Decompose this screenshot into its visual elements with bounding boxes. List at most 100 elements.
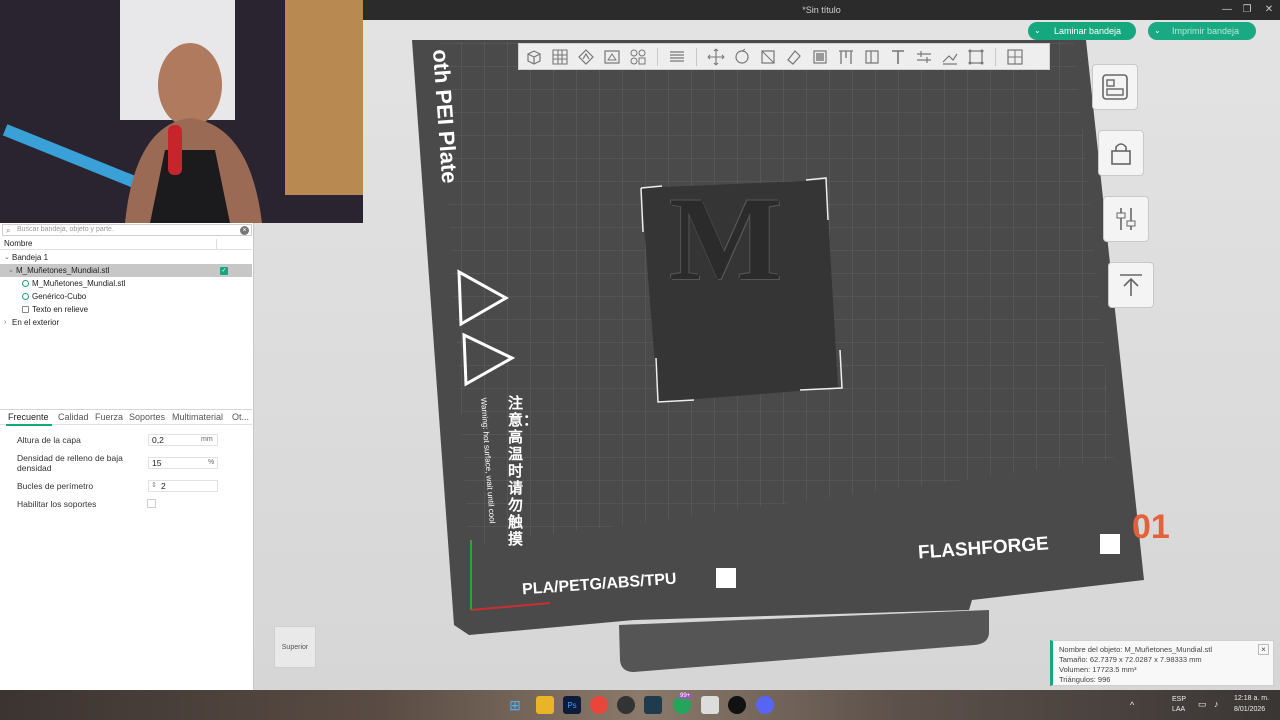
tree-label: En el exterior <box>12 318 60 327</box>
auto-orient-button[interactable] <box>575 46 597 68</box>
tab-strength[interactable]: Fuerza <box>95 412 123 422</box>
search-input[interactable]: ⌕ Buscar bandeja, objeto y parte. × <box>2 224 252 236</box>
volume-icon[interactable]: ♪ <box>1214 699 1219 709</box>
search-placeholder: Buscar bandeja, objeto y parte. <box>17 226 114 233</box>
terminal-icon[interactable] <box>644 696 662 714</box>
app-root: oth PEI Plate 注意：高温时请勿触摸 Warning: hot su… <box>0 0 1280 720</box>
move-icon <box>707 48 725 65</box>
support-icon <box>839 49 853 64</box>
tree-label: M_Muñetones_Mundial.stl <box>16 266 110 275</box>
tree-row-part[interactable]: M_Muñetones_Mundial.stl <box>0 277 252 290</box>
grid-layout-icon <box>1102 74 1128 100</box>
move-tool-button[interactable] <box>705 46 727 68</box>
column-name-label: Nombre <box>4 239 33 248</box>
column-separator <box>216 239 217 249</box>
enable-support-checkbox[interactable] <box>147 499 156 508</box>
object-info-volume: Volumen: 17723.5 mm³ <box>1059 665 1137 674</box>
tab-quality[interactable]: Calidad <box>58 412 89 422</box>
network-icon[interactable]: ▭ <box>1198 699 1207 710</box>
clear-search-icon[interactable]: × <box>240 226 249 235</box>
circles-icon <box>630 49 646 64</box>
chevron-down-icon[interactable]: ⌄ <box>1034 22 1041 40</box>
slicer-app-icon[interactable] <box>701 696 719 714</box>
clock-time[interactable]: 12:18 a. m. <box>1234 695 1269 702</box>
slice-plate-label: Laminar bandeja <box>1054 26 1122 36</box>
3d-viewport[interactable]: oth PEI Plate 注意：高温时请勿触摸 Warning: hot su… <box>254 20 1280 690</box>
arrange-button[interactable] <box>601 46 623 68</box>
tab-others[interactable]: Ot... <box>232 412 249 422</box>
visibility-check-icon[interactable]: ✓ <box>220 267 228 275</box>
window-title: *Sin título <box>802 5 841 15</box>
tree-row-object[interactable]: ⌄ M_Muñetones_Mundial.stl ✓ <box>0 264 252 277</box>
rotate-tool-button[interactable] <box>731 46 753 68</box>
plate-settings-button[interactable] <box>1103 196 1149 242</box>
plate-handle <box>619 610 989 672</box>
measure-tool-button[interactable] <box>913 46 935 68</box>
tab-supports[interactable]: Soportes <box>129 412 165 422</box>
scale-tool-button[interactable] <box>757 46 779 68</box>
seam-paint-button[interactable] <box>861 46 883 68</box>
upload-arrow-icon <box>1120 274 1142 296</box>
close-icon[interactable]: × <box>1258 644 1269 655</box>
layer-height-value: 0,2 <box>152 435 164 445</box>
arrange-plates-button[interactable] <box>1092 64 1138 110</box>
support-paint-button[interactable] <box>835 46 857 68</box>
close-button[interactable]: ✕ <box>1260 2 1278 18</box>
minimize-button[interactable]: — <box>1218 2 1236 18</box>
tab-frequent[interactable]: Frecuente <box>8 412 49 422</box>
print-plate-button[interactable]: ⌄ Imprimir bandeja <box>1148 22 1256 40</box>
move-to-top-button[interactable] <box>1108 262 1154 308</box>
app-icon[interactable] <box>617 696 635 714</box>
language-top[interactable]: ESP <box>1172 696 1186 703</box>
grid-view-icon <box>1007 48 1023 65</box>
tree-label: Bandeja 1 <box>12 253 49 262</box>
split-objects-button[interactable] <box>627 46 649 68</box>
file-explorer-icon[interactable] <box>536 696 554 714</box>
chevron-right-icon[interactable]: › <box>4 316 6 329</box>
tree-row-part[interactable]: Genérico-Cubo <box>0 290 252 303</box>
text-icon <box>892 49 904 64</box>
discord-icon[interactable] <box>756 696 774 714</box>
tree-row-text[interactable]: Texto en relieve <box>0 303 252 316</box>
grid-icon <box>552 48 568 65</box>
scale-icon <box>761 49 775 64</box>
chevron-down-icon[interactable]: ⌄ <box>8 264 14 277</box>
stepper-arrows-icon[interactable]: ⇕ <box>151 481 157 491</box>
lock-plate-button[interactable] <box>1098 130 1144 176</box>
add-plate-button[interactable] <box>549 46 571 68</box>
tree-label: Texto en relieve <box>32 305 89 314</box>
mesh-boolean-button[interactable] <box>965 46 987 68</box>
app-icon[interactable] <box>728 696 746 714</box>
sliders-icon <box>1116 208 1136 230</box>
tree-row-outside[interactable]: › En el exterior <box>0 316 252 329</box>
layers-button[interactable] <box>666 46 688 68</box>
view-cube[interactable]: Superior <box>274 626 316 668</box>
measure-icon <box>917 50 931 63</box>
restore-button[interactable]: ❐ <box>1238 2 1256 18</box>
chrome-icon[interactable] <box>590 696 608 714</box>
object-info-name: Nombre del objeto: M_Muñetones_Mundial.s… <box>1059 645 1212 654</box>
photoshop-icon[interactable]: Ps <box>563 696 581 714</box>
slice-plate-button[interactable]: ⌄ Laminar bandeja <box>1028 22 1136 40</box>
cut-tool-button[interactable] <box>809 46 831 68</box>
wall-loops-stepper[interactable]: ⇕ 2 <box>148 480 218 492</box>
assembly-icon <box>942 53 958 65</box>
view-mode-button[interactable] <box>1004 46 1026 68</box>
main-toolbar <box>518 43 1050 70</box>
os-taskbar: ⊞ Ps 99+ ^ ESP LAA ▭ ♪ 12:18 a. m. 8/01/… <box>0 690 1280 720</box>
tab-multimaterial[interactable]: Multimaterial <box>172 412 223 422</box>
rotate-icon <box>735 48 749 64</box>
chevron-down-icon[interactable]: ⌄ <box>1154 22 1161 40</box>
cut-icon <box>813 49 827 64</box>
plate-warning-cn: 注意：高温时请勿触摸 <box>508 395 539 548</box>
windows-start-icon[interactable]: ⊞ <box>506 696 524 714</box>
chevron-up-icon[interactable]: ^ <box>1130 700 1134 710</box>
assembly-tool-button[interactable] <box>939 46 961 68</box>
column-header: Nombre <box>0 238 252 250</box>
lay-on-face-button[interactable] <box>783 46 805 68</box>
add-object-button[interactable] <box>523 46 545 68</box>
chevron-down-icon[interactable]: ⌄ <box>4 251 10 264</box>
text-tool-button[interactable] <box>887 46 909 68</box>
infill-density-value: 15 <box>152 458 162 468</box>
tree-row-plate[interactable]: ⌄ Bandeja 1 <box>0 251 252 264</box>
